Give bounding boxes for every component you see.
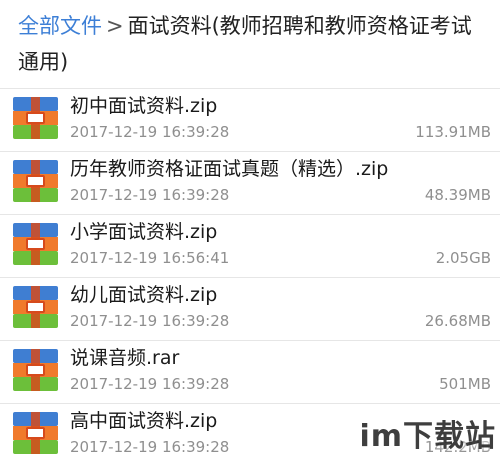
- archive-file-icon: [13, 286, 58, 328]
- file-row[interactable]: 初中面试资料.zip 2017-12-19 16:39:28 113.91MB: [0, 88, 500, 152]
- file-date: 2017-12-19 16:39:28: [70, 375, 230, 393]
- archive-file-icon: [13, 349, 58, 391]
- file-size: 48.39MB: [424, 186, 491, 204]
- file-date: 2017-12-19 16:39:28: [70, 312, 230, 330]
- file-size: 26.68MB: [424, 312, 491, 330]
- file-name: 历年教师资格证面试真题（精选）.zip: [70, 158, 389, 180]
- file-name: 初中面试资料.zip: [70, 95, 218, 117]
- file-row[interactable]: 说课音频.rar 2017-12-19 16:39:28 501MB: [0, 341, 500, 404]
- breadcrumb-root-link[interactable]: 全部文件: [18, 14, 102, 38]
- file-browser-page: 全部文件 > 面试资料(教师招聘和教师资格证考试通用) 初中面试资料.zip 2017…: [0, 0, 500, 457]
- file-date: 2017-12-19 16:39:28: [70, 186, 230, 204]
- archive-file-icon: [13, 412, 58, 454]
- file-list: 初中面试资料.zip 2017-12-19 16:39:28 113.91MB 历年教…: [0, 88, 500, 457]
- file-size: 501MB: [439, 375, 491, 393]
- breadcrumb-separator: >: [106, 14, 124, 38]
- file-size: 113.91MB: [415, 123, 491, 141]
- file-name: 高中面试资料.zip: [70, 410, 218, 432]
- file-row[interactable]: 幼儿面试资料.zip 2017-12-19 16:39:28 26.68MB: [0, 278, 500, 341]
- file-date: 2017-12-19 16:56:41: [70, 249, 230, 267]
- archive-file-icon: [13, 160, 58, 202]
- breadcrumb: 全部文件 > 面试资料(教师招聘和教师资格证考试通用): [18, 8, 488, 80]
- file-name: 说课音频.rar: [70, 347, 180, 369]
- file-date: 2017-12-19 16:39:28: [70, 123, 230, 141]
- watermark-logo: im下载站: [359, 419, 496, 454]
- archive-file-icon: [13, 97, 58, 139]
- file-row[interactable]: 历年教师资格证面试真题（精选）.zip 2017-12-19 16:39:28 48…: [0, 152, 500, 215]
- file-row[interactable]: 小学面试资料.zip 2017-12-19 16:56:41 2.05GB: [0, 215, 500, 278]
- file-name: 小学面试资料.zip: [70, 221, 218, 243]
- file-name: 幼儿面试资料.zip: [70, 284, 218, 306]
- file-date: 2017-12-19 16:39:28: [70, 438, 230, 456]
- file-size: 2.05GB: [435, 249, 491, 267]
- archive-file-icon: [13, 223, 58, 265]
